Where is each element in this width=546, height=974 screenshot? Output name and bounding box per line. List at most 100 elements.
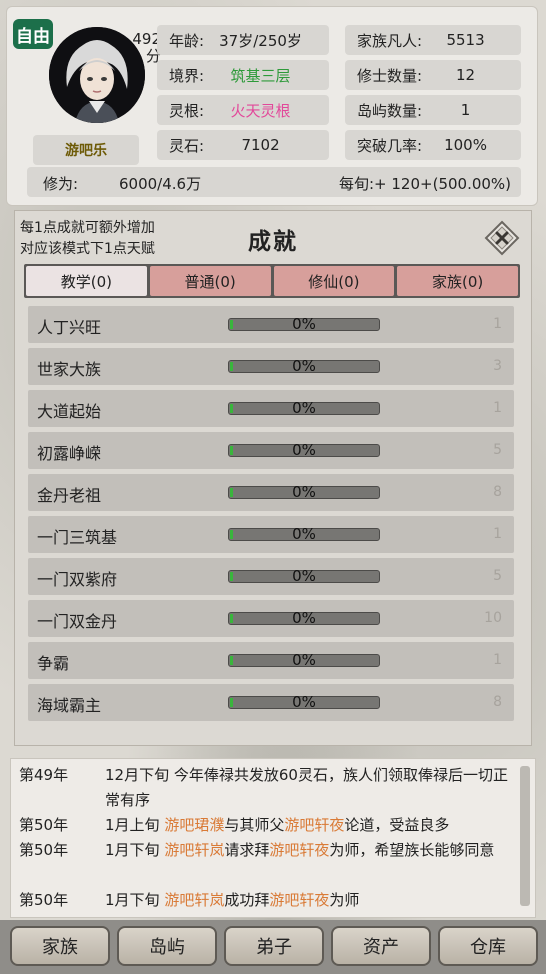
achievement-row[interactable]: 初露峥嵘 0% 5 (28, 432, 514, 469)
achievement-percent: 0% (292, 693, 316, 711)
log-year: 第50年 (19, 841, 69, 859)
achievement-percent: 0% (292, 609, 316, 627)
log-text-part: 论道，受益良多 (344, 816, 450, 834)
per-turn-gain: 每旬:+ 120+(500.00%) (339, 175, 512, 193)
stat-label: 突破几率: (357, 136, 423, 155)
achievement-points: 8 (493, 484, 502, 500)
log-person-name[interactable]: 游吧轩岚 (164, 841, 224, 859)
character-name-button[interactable]: 游吧乐 (33, 135, 139, 165)
achievement-points: 3 (493, 358, 502, 374)
stat-value: 37岁/250岁 (219, 31, 302, 50)
family-breakthrough: 突破几率: 100% (345, 130, 521, 160)
log-text: 1月下旬 游吧轩岚成功拜游吧轩夜为师 (105, 888, 521, 913)
log-person-name[interactable]: 游吧轩夜 (269, 841, 329, 859)
achievement-row[interactable]: 大道起始 0% 1 (28, 390, 514, 427)
stat-label: 灵石: (169, 136, 205, 155)
log-text-part: 1月上旬 (105, 816, 165, 834)
family-cultivators: 修士数量: 12 (345, 60, 521, 90)
free-mode-badge[interactable]: 自由 (13, 19, 53, 49)
log-year: 第50年 (19, 891, 69, 909)
stat-value: 5513 (446, 31, 485, 49)
log-text-part: 请求拜 (224, 841, 270, 859)
stat-spirit-stones: 灵石: 7102 (157, 130, 329, 160)
log-text-part: 12月下旬 今年俸禄共发放60灵石，族人们领取俸禄后一切正常有序 (105, 766, 508, 809)
achievement-percent: 0% (292, 399, 316, 417)
log-text: 12月下旬 今年俸禄共发放60灵石，族人们领取俸禄后一切正常有序 (105, 763, 521, 813)
log-person-name[interactable]: 游吧轩夜 (284, 816, 344, 834)
log-text-part: 成功拜 (224, 891, 270, 909)
cultivation-bar: 修为: 6000/4.6万 每旬:+ 120+(500.00%) (27, 167, 521, 197)
log-person-name[interactable]: 游吧轩夜 (269, 891, 329, 909)
panel-title: 成就 (248, 229, 298, 255)
achievement-percent: 0% (292, 525, 316, 543)
cultivation-value: 6000/4.6万 (119, 175, 202, 193)
stat-label: 家族凡人: (357, 31, 423, 50)
achievement-name: 争霸 (37, 654, 70, 673)
stat-spirit-root: 灵根: 火天灵根 (157, 95, 329, 125)
log-person-name[interactable]: 游吧珺濮 (164, 816, 224, 834)
achievement-points: 1 (493, 652, 502, 668)
achievement-name: 初露峥嵘 (37, 444, 102, 463)
achievement-name: 金丹老祖 (37, 486, 102, 505)
achievement-row[interactable]: 一门三筑基 0% 1 (28, 516, 514, 553)
achievement-points: 5 (493, 442, 502, 458)
achievement-row[interactable]: 人丁兴旺 0% 1 (28, 306, 514, 343)
achievement-name: 一门双金丹 (37, 612, 118, 631)
stat-value: 12 (455, 66, 476, 84)
achievement-name: 海域霸主 (37, 696, 102, 715)
tab-teaching[interactable]: 教学(0) (26, 266, 147, 296)
achievement-name: 大道起始 (37, 402, 102, 421)
achievement-row[interactable]: 一门双紫府 0% 5 (28, 558, 514, 595)
achievement-name: 一门双紫府 (37, 570, 118, 589)
stat-label: 灵根: (169, 101, 205, 120)
achievement-points: 1 (493, 316, 502, 332)
stat-age: 年龄: 37岁/250岁 (157, 25, 329, 55)
log-text: 1月下旬 游吧轩岚请求拜游吧轩夜为师，希望族长能够同意 (105, 838, 521, 863)
achievement-row[interactable]: 金丹老祖 0% 8 (28, 474, 514, 511)
achievement-points: 1 (493, 400, 502, 416)
stat-value: 100% (444, 136, 487, 154)
stat-value: 7102 (241, 136, 280, 154)
nav-family-button[interactable]: 家族 (10, 926, 110, 966)
log-person-name[interactable]: 游吧轩岚 (164, 891, 224, 909)
stat-value: 火天灵根 (230, 101, 291, 120)
nav-assets-button[interactable]: 资产 (331, 926, 431, 966)
stat-label: 修士数量: (357, 66, 423, 85)
event-log[interactable]: 第49年 12月下旬 今年俸禄共发放60灵石，族人们领取俸禄后一切正常有序第50年… (10, 758, 536, 918)
tab-normal[interactable]: 普通(0) (149, 266, 271, 296)
character-header: 自由 492 分 游吧乐 年龄: 37岁/250岁 境界: 筑基三层 灵根: 火… (6, 6, 538, 206)
log-text-part: 为师，希望族长能够同意 (329, 841, 495, 859)
achievement-percent: 0% (292, 651, 316, 669)
achievement-name: 人丁兴旺 (37, 318, 102, 337)
achievement-points: 1 (493, 526, 502, 542)
achievement-row[interactable]: 海域霸主 0% 8 (28, 684, 514, 721)
log-scrollbar[interactable] (520, 766, 530, 906)
nav-warehouse-button[interactable]: 仓库 (438, 926, 538, 966)
log-year: 第50年 (19, 816, 69, 834)
family-mortals: 家族凡人: 5513 (345, 25, 521, 55)
achievement-points: 10 (484, 610, 502, 626)
close-icon (484, 220, 520, 256)
achievement-row[interactable]: 争霸 0% 1 (28, 642, 514, 679)
tab-cultivation[interactable]: 修仙(0) (273, 266, 395, 296)
close-button[interactable] (484, 220, 520, 256)
tab-family[interactable]: 家族(0) (397, 266, 518, 296)
achievement-tabs: 教学(0) 普通(0) 修仙(0) 家族(0) (24, 264, 520, 298)
achievement-percent: 0% (292, 315, 316, 333)
nav-disciple-button[interactable]: 弟子 (224, 926, 324, 966)
achievement-percent: 0% (292, 357, 316, 375)
family-islands: 岛屿数量: 1 (345, 95, 521, 125)
log-text-part: 1月下旬 (105, 891, 165, 909)
stat-label: 岛屿数量: (357, 101, 423, 120)
achievement-list[interactable]: 人丁兴旺 0% 1 世家大族 0% 3 大道起始 0% 1 初露峥嵘 0% 5 金丹老祖 0% 8 一门三筑基… (28, 306, 514, 738)
achievement-percent: 0% (292, 441, 316, 459)
achievement-row[interactable]: 一门双金丹 0% 10 (28, 600, 514, 637)
stat-label: 境界: (169, 66, 205, 85)
log-text-part: 1月下旬 (105, 841, 165, 859)
log-year: 第49年 (19, 766, 69, 784)
achievement-points: 8 (493, 694, 502, 710)
stat-label: 年龄: (169, 31, 205, 50)
nav-island-button[interactable]: 岛屿 (117, 926, 217, 966)
achievement-percent: 0% (292, 483, 316, 501)
achievement-row[interactable]: 世家大族 0% 3 (28, 348, 514, 385)
